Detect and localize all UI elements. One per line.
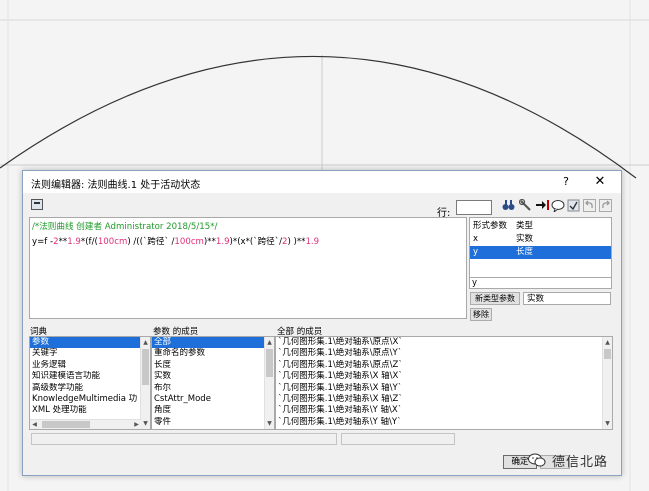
watermark-text: 德信北路: [552, 455, 609, 470]
new-type-parameter-button[interactable]: 新类型参数: [470, 292, 520, 305]
list-item[interactable]: `几何图形集.1\绝对轴系\Y 轴\X`: [276, 405, 603, 416]
list-item[interactable]: 重命名的参数: [152, 348, 265, 359]
list-item[interactable]: 参数: [30, 337, 141, 349]
list-item[interactable]: 零件: [152, 417, 265, 428]
list-item[interactable]: `几何图形集.1\绝对轴系\X 轴\Z`: [276, 394, 603, 405]
check-icon[interactable]: [566, 199, 581, 214]
list-item[interactable]: `几何图形集.1\绝对轴系\原点\Z`: [276, 360, 603, 371]
scroll-up-icon[interactable]: ▲: [265, 338, 274, 347]
parameter-members-list[interactable]: 全部 重命名的参数 长度 实数 布尔 CstAttr_Mode 角度 零件 ▲ …: [151, 336, 275, 430]
dictionary-vertical-scrollbar[interactable]: ▲ ▼: [140, 337, 150, 429]
formula-icon[interactable]: [31, 199, 43, 210]
list-item[interactable]: 布尔: [152, 383, 265, 394]
list-item[interactable]: `几何图形集.1\绝对轴系\原点\X`: [276, 337, 603, 348]
parameter-table-header: 形式参数 类型: [470, 220, 611, 233]
parameter-name: x: [473, 234, 479, 244]
formal-parameter-table: 形式参数 类型 x 实数 y 长度: [469, 217, 612, 278]
all-members-list[interactable]: `几何图形集.1\绝对轴系\原点\X` `几何图形集.1\绝对轴系\原点\Y` …: [275, 336, 613, 430]
dialog-title: 法则编辑器: 法则曲线.1 处于活动状态: [31, 180, 201, 191]
list-item[interactable]: 知识建模语言功能: [30, 371, 141, 382]
redo-icon[interactable]: [598, 199, 613, 214]
list-item[interactable]: XML 处理功能: [30, 405, 141, 416]
status-field: [31, 433, 337, 445]
status-field: [341, 433, 455, 445]
scroll-down-icon[interactable]: ▼: [603, 419, 612, 428]
close-button[interactable]: ✕: [589, 173, 611, 191]
list-item[interactable]: 业务逻辑: [30, 360, 141, 371]
scroll-thumb[interactable]: [42, 421, 90, 428]
scroll-thumb[interactable]: [604, 349, 611, 359]
scroll-up-icon[interactable]: ▲: [141, 338, 150, 347]
parameter-name-input[interactable]: y: [469, 277, 612, 289]
law-editor-dialog: 法则编辑器: 法则曲线.1 处于活动状态 ? ✕ 行: /*法则曲线 创建者 A…: [22, 170, 622, 476]
list-item[interactable]: KnowledgeMultimedia 功: [30, 394, 141, 405]
remove-button[interactable]: 移除: [470, 308, 492, 321]
list-item[interactable]: `几何图形集.1\绝对轴系\Y 轴\Y`: [276, 417, 603, 428]
undo-icon[interactable]: [582, 199, 597, 214]
members-vertical-scrollbar[interactable]: ▲ ▼: [264, 337, 274, 429]
list-item[interactable]: 高级数学功能: [30, 383, 141, 394]
parameter-type-select[interactable]: 实数: [523, 292, 611, 305]
parameter-name: y: [473, 247, 479, 257]
comment-icon[interactable]: [550, 199, 565, 214]
header-type: 类型: [516, 221, 534, 231]
formula-expression-line: y=f -2**1.9*(f/(100cm) /((`跨径` /100cm)**…: [32, 237, 320, 247]
scroll-right-icon[interactable]: ▶: [132, 420, 141, 429]
list-item[interactable]: 关键字: [30, 348, 141, 359]
list-item[interactable]: 全部: [152, 337, 265, 349]
scroll-thumb[interactable]: [266, 349, 273, 377]
parameter-row[interactable]: x 实数: [470, 233, 611, 246]
wrench-icon[interactable]: [518, 198, 533, 214]
list-item[interactable]: CstAttr_Mode: [152, 394, 265, 405]
scroll-left-icon[interactable]: ◀: [30, 420, 39, 429]
dictionary-horizontal-scrollbar[interactable]: ◀ ▶: [30, 419, 141, 429]
law-curve-arc: [0, 55, 637, 179]
list-item[interactable]: `几何图形集.1\绝对轴系\X 轴\Y`: [276, 383, 603, 394]
scroll-thumb[interactable]: [142, 349, 149, 385]
row-input[interactable]: [456, 200, 492, 215]
parameter-type: 长度: [516, 247, 534, 257]
binoculars-icon[interactable]: [501, 199, 516, 214]
list-item[interactable]: 长度: [152, 360, 265, 371]
formula-editor[interactable]: /*法则曲线 创建者 Administrator 2018/5/15*/ y=f …: [29, 217, 467, 319]
arrow-insert-icon[interactable]: [534, 199, 549, 214]
dialog-titlebar[interactable]: 法则编辑器: 法则曲线.1 处于活动状态 ? ✕: [23, 171, 621, 193]
scroll-down-icon[interactable]: ▼: [141, 419, 150, 428]
parameter-row[interactable]: y 长度: [470, 246, 611, 259]
wechat-icon: [528, 453, 546, 467]
dictionary-list[interactable]: 参数 关键字 业务逻辑 知识建模语言功能 高级数学功能 KnowledgeMul…: [29, 336, 151, 430]
list-item[interactable]: 角度: [152, 405, 265, 416]
all-members-vertical-scrollbar[interactable]: ▲ ▼: [602, 337, 612, 429]
scroll-down-icon[interactable]: ▼: [265, 419, 274, 428]
formula-comment-line: /*法则曲线 创建者 Administrator 2018/5/15*/: [32, 222, 218, 232]
help-button[interactable]: ?: [555, 173, 577, 191]
list-item[interactable]: 实数: [152, 371, 265, 382]
parameter-type: 实数: [516, 234, 534, 244]
list-item[interactable]: `几何图形集.1\绝对轴系\X 轴\X`: [276, 371, 603, 382]
list-item[interactable]: `几何图形集.1\绝对轴系\原点\Y`: [276, 348, 603, 359]
scroll-up-icon[interactable]: ▲: [603, 338, 612, 347]
header-parameter: 形式参数: [473, 221, 508, 231]
